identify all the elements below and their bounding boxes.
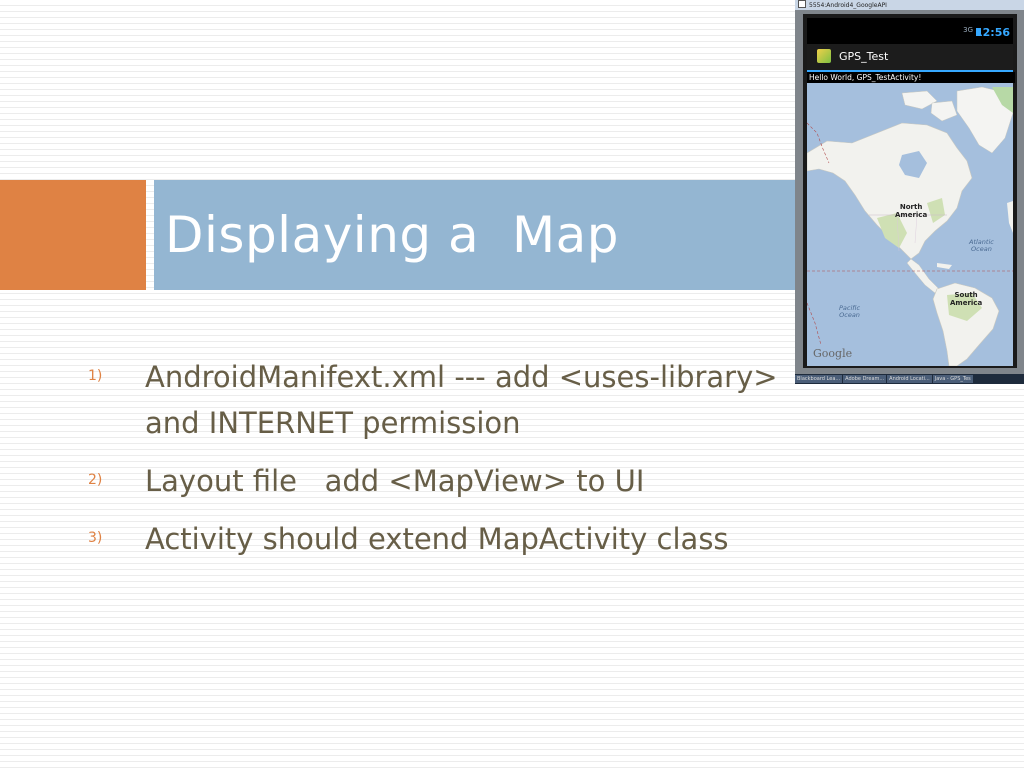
map-graphic — [807, 83, 1013, 366]
map-label-south-america: South America — [950, 291, 983, 307]
taskbar-item[interactable]: Java - GPS_Tes — [932, 375, 973, 383]
slide-title: Displaying a Map — [165, 206, 619, 264]
bullet-text: AndroidManifext.xml --- add <uses-librar… — [145, 360, 778, 440]
hello-text: Hello World, GPS_TestActivity! — [807, 72, 1015, 83]
app-icon[interactable] — [817, 49, 831, 63]
google-logo: Google — [813, 347, 853, 360]
bullet-text: Layout file add <MapView> to UI — [145, 464, 645, 498]
map-view[interactable]: North America South America Atlantic Oce… — [807, 83, 1013, 366]
bullet-number: 3) — [88, 530, 103, 546]
app-action-bar: GPS_Test — [807, 44, 1013, 72]
taskbar-item[interactable]: Adobe Dream... — [843, 375, 887, 383]
app-title: GPS_Test — [839, 50, 889, 63]
taskbar-item[interactable]: Blackboard Lea... — [795, 375, 843, 383]
taskbar-item[interactable]: Android Locati... — [887, 375, 932, 383]
map-label-atlantic: Atlantic Ocean — [969, 238, 994, 253]
list-item: 3) Activity should extend MapActivity cl… — [88, 516, 808, 562]
accent-block — [0, 180, 146, 290]
windows-taskbar: Blackboard Lea... Adobe Dream... Android L… — [795, 374, 1024, 384]
status-time: 12:56 — [974, 26, 1010, 39]
emulator-screenshot: 5554:Android4_GoogleAPI 3G 12:56 GPS_Tes… — [795, 0, 1024, 384]
android-status-bar: 3G 12:56 — [807, 18, 1013, 44]
window-icon — [798, 0, 806, 8]
bullet-list: 1) AndroidManifext.xml --- add <uses-lib… — [88, 354, 808, 574]
bullet-number: 2) — [88, 472, 103, 488]
list-item: 1) AndroidManifext.xml --- add <uses-lib… — [88, 354, 808, 446]
phone-screen: 3G 12:56 GPS_Test Hello World, GPS_TestA… — [803, 14, 1017, 368]
map-label-pacific: Pacific Ocean — [839, 304, 861, 319]
list-item: 2) Layout file add <MapView> to UI — [88, 458, 808, 504]
emulator-window-title: 5554:Android4_GoogleAPI — [809, 2, 887, 9]
emulator-window-titlebar: 5554:Android4_GoogleAPI — [795, 0, 1024, 10]
bullet-text: Activity should extend MapActivity class — [145, 522, 729, 556]
map-label-north-america: North America — [895, 203, 928, 219]
signal-indicator: 3G — [963, 26, 973, 34]
bullet-number: 1) — [88, 368, 103, 384]
